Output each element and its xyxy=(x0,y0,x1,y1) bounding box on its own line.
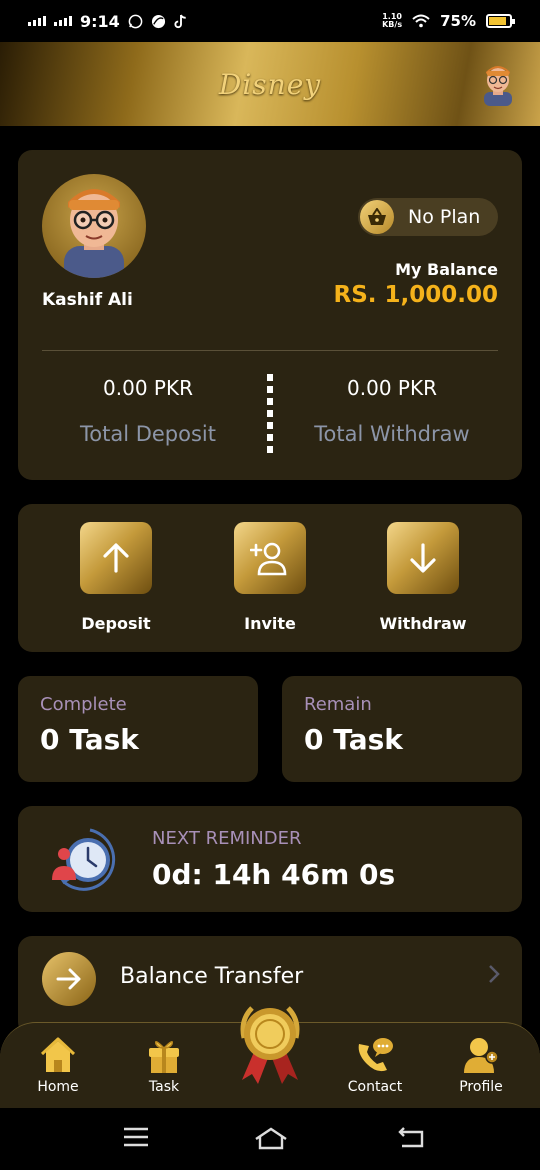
system-nav-bar xyxy=(0,1108,540,1170)
home-system-icon[interactable] xyxy=(254,1126,288,1154)
complete-label: Complete xyxy=(40,694,127,715)
nav-home[interactable]: Home xyxy=(13,1033,103,1095)
remain-task-card: Remain 0 Task xyxy=(282,676,522,782)
complete-value: 0 Task xyxy=(40,723,139,756)
balance-value: RS. 1,000.00 xyxy=(333,282,498,308)
menu-icon[interactable] xyxy=(122,1126,150,1152)
nav-contact[interactable]: Contact xyxy=(330,1033,420,1095)
arrow-up-icon[interactable] xyxy=(80,522,152,594)
clock-reminder-icon xyxy=(52,828,116,891)
nav-profile[interactable]: Profile xyxy=(436,1033,526,1095)
user-name: Kashif Ali xyxy=(42,290,133,310)
disney-logo: Disney xyxy=(218,67,322,101)
withdraw-label: Withdraw xyxy=(379,614,467,633)
plan-badge[interactable]: No Plan xyxy=(358,198,498,236)
avatar[interactable] xyxy=(42,174,146,278)
withdraw-button[interactable]: Withdraw xyxy=(363,522,483,633)
invite-label: Invite xyxy=(244,614,296,633)
profile-card: Kashif Ali No Plan My Balance RS. 1,000.… xyxy=(18,150,522,480)
complete-task-card: Complete 0 Task xyxy=(18,676,258,782)
home-icon xyxy=(13,1033,103,1077)
tiktok-icon xyxy=(174,14,186,28)
remain-label: Remain xyxy=(304,694,372,715)
signal-icon-2 xyxy=(54,16,72,26)
balance-label: My Balance xyxy=(395,260,498,279)
nav-profile-label: Profile xyxy=(459,1079,503,1095)
add-user-icon[interactable] xyxy=(234,522,306,594)
whatsapp-icon xyxy=(128,14,143,28)
battery-icon xyxy=(486,14,515,28)
nav-task-label: Task xyxy=(148,1079,180,1095)
gift-icon xyxy=(119,1033,209,1077)
signal-icon xyxy=(28,16,46,26)
reminder-card: NEXT REMINDER 0d: 14h 46m 0s xyxy=(18,806,522,912)
withdraw-label: Total Withdraw xyxy=(314,422,470,446)
actions-card: Deposit Invite Withdraw xyxy=(18,504,522,652)
reminder-time: 0d: 14h 46m 0s xyxy=(152,858,396,891)
battery-percent: 75% xyxy=(440,12,476,30)
profile-add-icon xyxy=(436,1033,526,1077)
divider xyxy=(42,350,498,351)
arrow-right-icon xyxy=(42,952,96,1006)
remain-value: 0 Task xyxy=(304,723,403,756)
wifi-icon xyxy=(412,14,430,28)
balance-transfer-label: Balance Transfer xyxy=(120,964,304,989)
network-speed: 1.10 KB/s xyxy=(382,12,403,29)
phone-chat-icon xyxy=(330,1033,420,1077)
medal-icon[interactable] xyxy=(232,1000,308,1084)
nav-home-label: Home xyxy=(37,1079,79,1095)
invite-button[interactable]: Invite xyxy=(210,522,330,633)
app-icon xyxy=(151,14,165,28)
nav-contact-label: Contact xyxy=(347,1079,403,1095)
withdraw-value: 0.00 PKR xyxy=(347,376,437,400)
back-icon[interactable] xyxy=(396,1126,426,1154)
plan-label: No Plan xyxy=(408,206,481,228)
chevron-right-icon xyxy=(488,964,500,990)
basket-icon xyxy=(360,200,394,234)
deposit-value: 0.00 PKR xyxy=(103,376,193,400)
app-header: Disney xyxy=(0,42,540,126)
deposit-label: Total Deposit xyxy=(80,422,216,446)
clock: 9:14 xyxy=(80,11,120,31)
status-bar: 9:14 1.10 KB/s 75% xyxy=(0,0,540,42)
nav-task[interactable]: Task xyxy=(119,1033,209,1095)
deposit-button[interactable]: Deposit xyxy=(56,522,176,633)
header-avatar[interactable] xyxy=(478,62,518,106)
arrow-down-icon[interactable] xyxy=(387,522,459,594)
total-withdraw-stat: 0.00 PKR Total Withdraw xyxy=(282,376,502,446)
reminder-label: NEXT REMINDER xyxy=(152,828,302,849)
dotted-separator xyxy=(267,374,273,458)
deposit-label: Deposit xyxy=(81,614,151,633)
total-deposit-stat: 0.00 PKR Total Deposit xyxy=(38,376,258,446)
